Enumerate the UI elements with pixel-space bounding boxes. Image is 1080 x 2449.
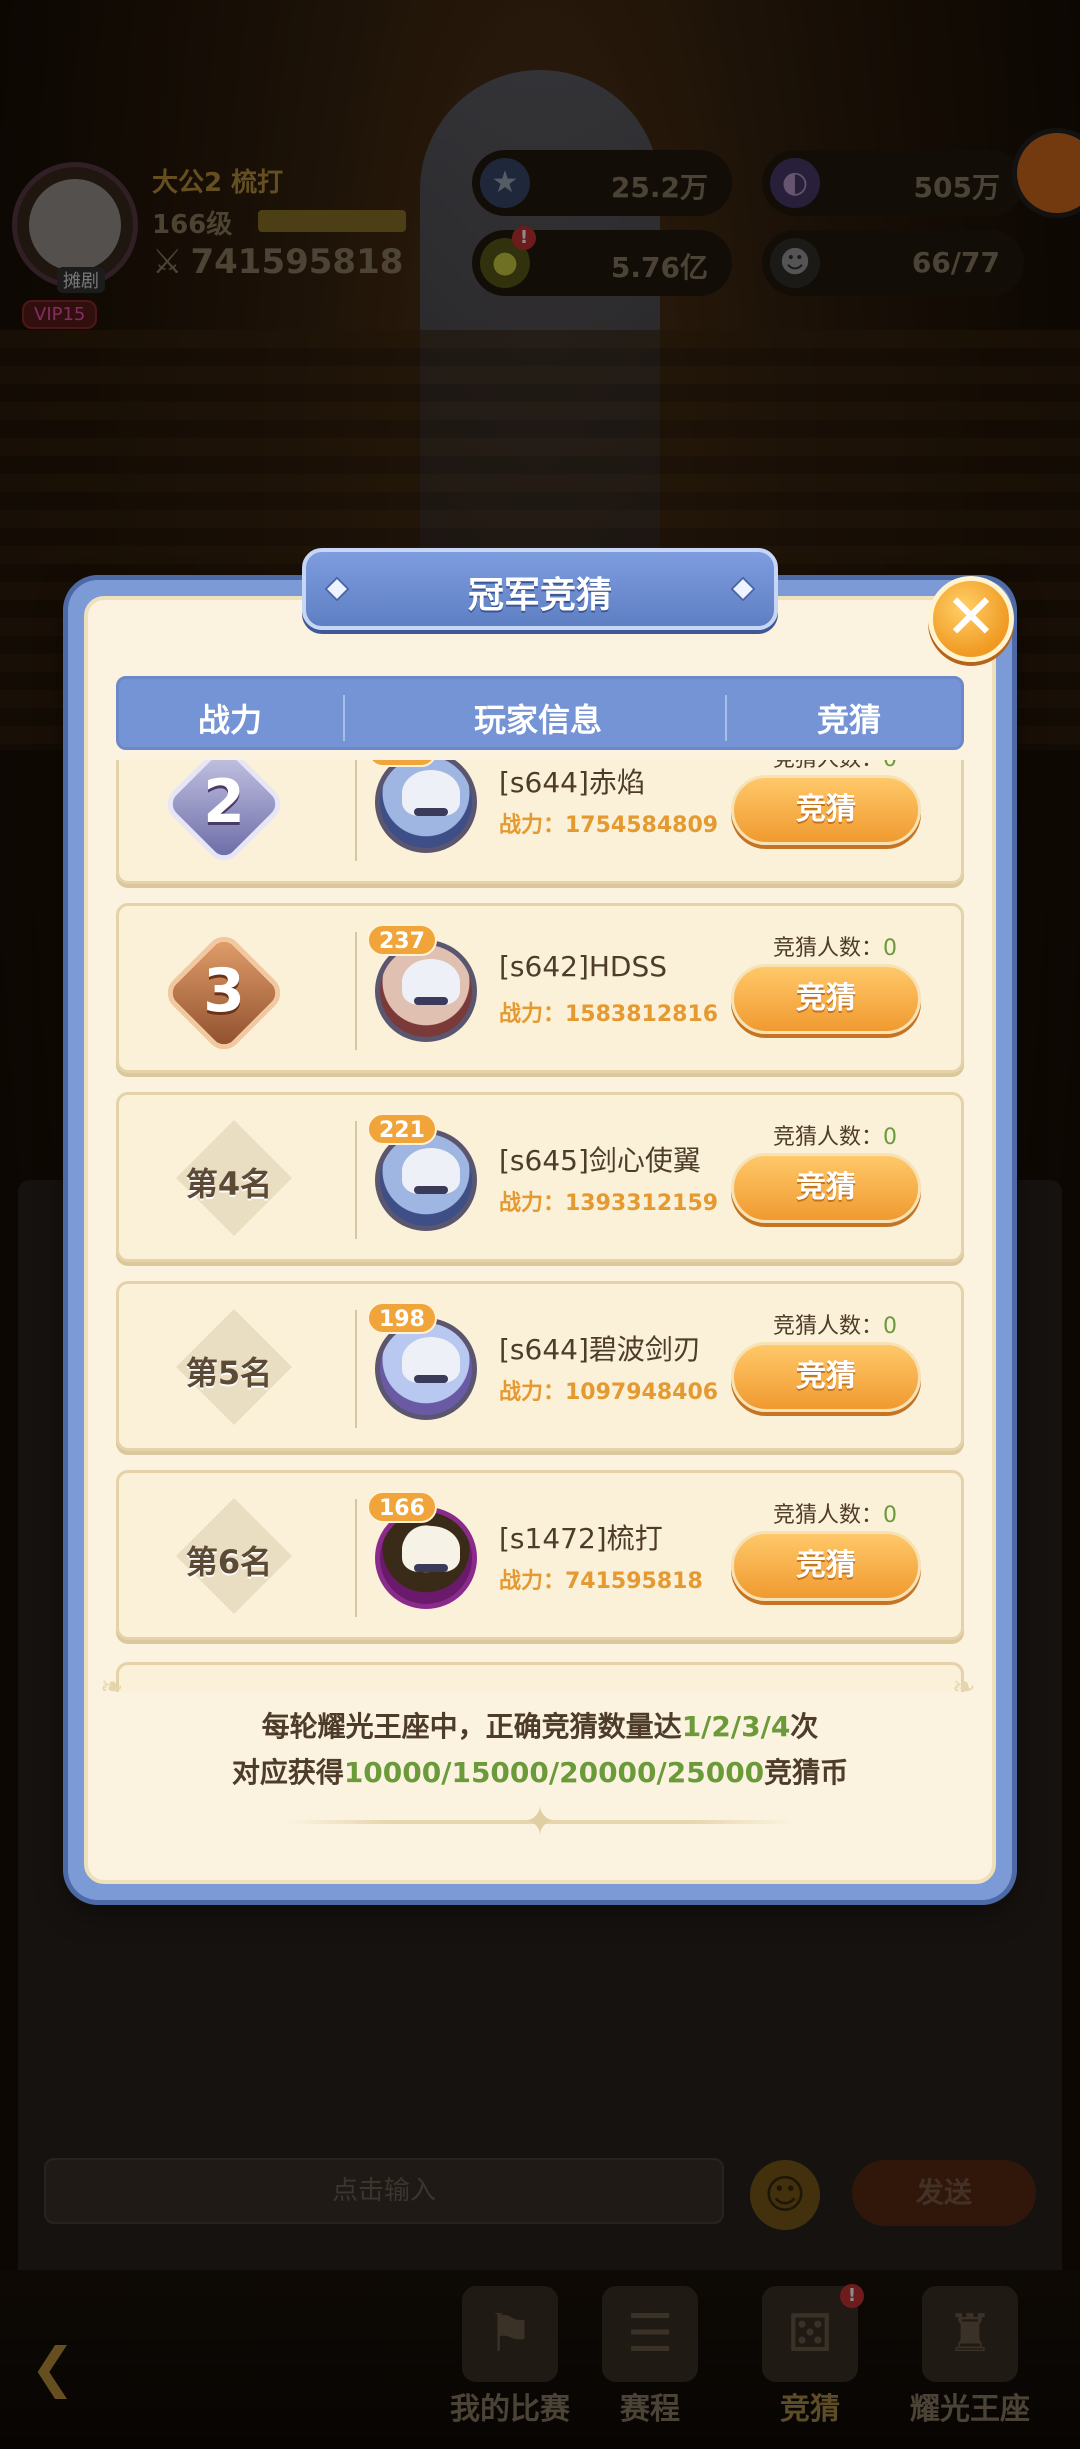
column-divider [343, 695, 345, 741]
list-item-peek [116, 1662, 964, 1692]
guess-button[interactable]: 竞猜 [731, 775, 921, 845]
guess-button[interactable]: 竞猜 [731, 1531, 921, 1601]
bronze-medal-icon: 3 [160, 929, 288, 1057]
player-entry-name: [s1472]梳打 [499, 1522, 663, 1555]
guess-count: 竞猜人数：0 [772, 1125, 897, 1150]
rank-label: 第6名 [185, 1543, 273, 1581]
reward-rules-line-1: 每轮耀光王座中，正确竞猜数量达1/2/3/4次 [261, 1710, 819, 1743]
level-badge: 198 [367, 1302, 437, 1334]
column-power: 战力 [197, 701, 262, 739]
player-entry-power: 战力：1393312159 [499, 1191, 719, 1216]
ranking-list[interactable]: 2 237 [s644]赤焰 战力：1754584809 竞猜人数：0 竞猜 3… [116, 760, 964, 1654]
player-entry-power: 战力：1583812816 [499, 1002, 719, 1027]
level-badge: 237 [367, 760, 437, 767]
rank-number: 3 [203, 956, 245, 1026]
list-item: 第5名 198 [s644]碧波剑刃 战力：1097948406 竞猜人数：0 … [116, 1281, 964, 1451]
hero-portrait[interactable] [375, 760, 477, 853]
corner-ornament-icon: ❧ [100, 1670, 124, 1703]
guess-count: 竞猜人数：0 [715, 760, 955, 773]
rank-diamond-icon: 第4名 [159, 1120, 299, 1236]
list-item: 2 237 [s644]赤焰 战力：1754584809 竞猜人数：0 竞猜 [116, 760, 964, 884]
corner-ornament-icon: ❧ [952, 1670, 976, 1703]
column-player-info: 玩家信息 [473, 701, 602, 739]
rank-label: 第5名 [185, 1354, 273, 1392]
rank-label: 第4名 [185, 1165, 273, 1203]
champion-guess-modal: 冠军竞猜 ✕ 战力 玩家信息 竞猜 2 237 [s644]赤焰 战力：1754… [68, 548, 1014, 1900]
reward-rules-line-2: 对应获得10000/15000/20000/25000竞猜币 [231, 1756, 849, 1789]
guess-button[interactable]: 竞猜 [731, 1342, 921, 1412]
column-guess: 竞猜 [816, 701, 881, 739]
guess-count: 竞猜人数：0 [772, 1314, 897, 1339]
rank-diamond-icon: 第5名 [159, 1309, 299, 1425]
column-divider [725, 695, 727, 741]
player-entry-power: 战力：1097948406 [499, 1380, 719, 1405]
guess-button[interactable]: 竞猜 [731, 964, 921, 1034]
modal-title-plate: 冠军竞猜 [302, 548, 778, 630]
level-badge: 237 [367, 924, 437, 956]
guess-button[interactable]: 竞猜 [731, 1153, 921, 1223]
level-badge: 221 [367, 1113, 437, 1145]
player-entry-name: [s644]赤焰 [499, 766, 645, 799]
flourish-ornament-icon: ✦ [523, 1799, 557, 1845]
guess-count: 竞猜人数：0 [772, 936, 897, 961]
player-entry-power: 战力：1754584809 [499, 813, 719, 838]
player-entry-name: [s642]HDSS [499, 950, 668, 983]
list-item: 3 237 [s642]HDSS 战力：1583812816 竞猜人数：0 竞猜 [116, 903, 964, 1073]
level-badge: 166 [367, 1491, 437, 1523]
player-entry-name: [s645]剑心使翼 [499, 1144, 701, 1177]
list-item: 第6名 166 [s1472]梳打 战力：741595818 竞猜人数：0 竞猜 [116, 1470, 964, 1640]
guess-count: 竞猜人数：0 [772, 1503, 897, 1528]
list-item: 第4名 221 [s645]剑心使翼 战力：1393312159 竞猜人数：0 … [116, 1092, 964, 1262]
player-entry-name: [s644]碧波剑刃 [499, 1333, 701, 1366]
player-entry-power: 战力：741595818 [499, 1569, 703, 1594]
reward-rules-note: 每轮耀光王座中，正确竞猜数量达1/2/3/4次 对应获得10000/15000/… [116, 1704, 964, 1796]
rank-diamond-icon: 第6名 [159, 1498, 299, 1614]
column-header: 战力 玩家信息 竞猜 [116, 676, 964, 750]
silver-medal-icon: 2 [160, 760, 288, 868]
modal-title: 冠军竞猜 [467, 575, 612, 616]
rank-number: 2 [203, 767, 245, 837]
close-button[interactable]: ✕ [928, 576, 1014, 662]
